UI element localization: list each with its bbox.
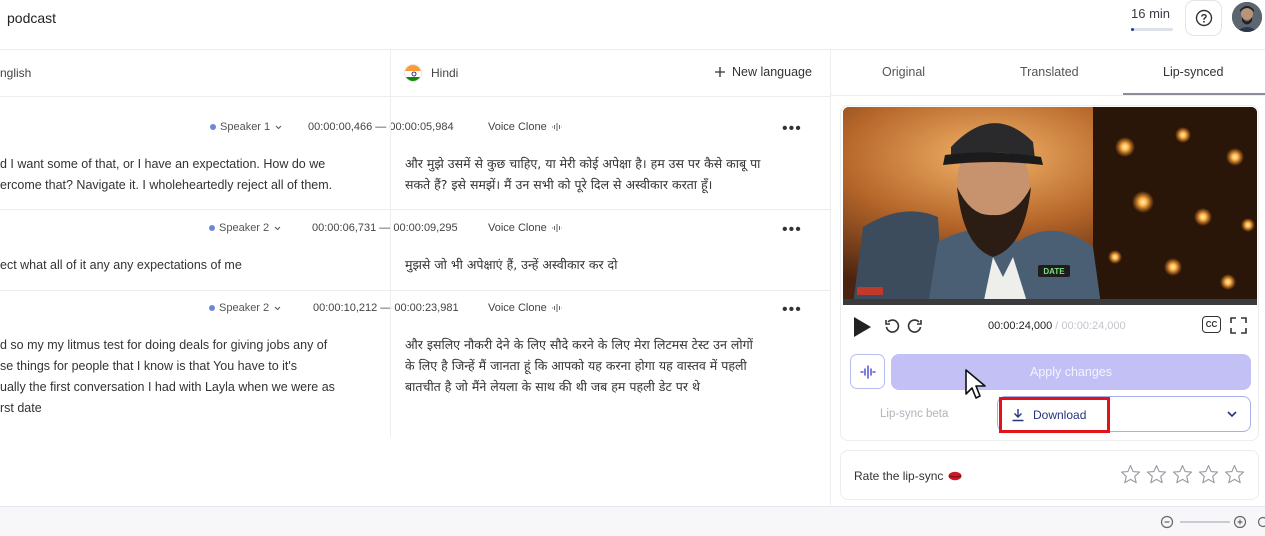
help-circle-icon (1195, 9, 1212, 27)
chevron-down-icon (275, 125, 282, 129)
rating-card: Rate the lip-sync (840, 450, 1259, 500)
forward-icon[interactable] (907, 318, 923, 334)
speaker-select[interactable]: Speaker 1 (210, 119, 283, 135)
voice-select[interactable]: Voice Clone (488, 222, 563, 234)
waveform-icon (551, 123, 562, 131)
duration-progress-fill (1131, 28, 1135, 31)
speaker-dot (210, 124, 216, 130)
player-controls: 00:00:24,000 / 00:00:24,000 CC (851, 316, 1251, 338)
star-icon[interactable] (1146, 464, 1167, 485)
fullscreen-icon[interactable] (1230, 317, 1247, 334)
segment-row[interactable]: Speaker 2 00:00:10,212 — 00:00:23,981 Vo… (0, 291, 830, 437)
language-header-row: nglish Hindi New language (0, 50, 830, 97)
transcript-editor: nglish Hindi New language Speaker 1 00:0… (0, 50, 830, 506)
video-preview[interactable]: DATE (843, 107, 1257, 305)
speaker-dot (209, 225, 215, 231)
voice-settings-button[interactable] (850, 354, 885, 389)
speaker-label: Speaker 1 (220, 121, 271, 133)
more-options-icon[interactable]: ••• (782, 302, 802, 318)
star-icon[interactable] (1120, 464, 1141, 485)
translated-text[interactable]: और मुझे उसमें से कुछ चाहिए, या मेरी कोई … (405, 153, 805, 195)
speaker-select[interactable]: Speaker 2 (209, 300, 282, 316)
segment-timecode[interactable]: 00:00:10,212 — 00:00:23,981 (313, 302, 459, 314)
help-button[interactable] (1185, 0, 1222, 36)
voice-label: Voice Clone (488, 222, 547, 234)
user-avatar[interactable] (1232, 2, 1262, 32)
download-button[interactable]: Download (999, 397, 1110, 433)
rating-label: Rate the lip-sync (854, 469, 962, 483)
top-bar: podcast 16 min (0, 0, 1265, 50)
speaker-label: Speaker 2 (219, 302, 270, 314)
voice-label: Voice Clone (488, 302, 547, 314)
voice-select[interactable]: Voice Clone (488, 121, 563, 133)
zoom-in-icon[interactable] (1233, 515, 1247, 529)
lips-icon (948, 471, 962, 481)
download-label: Download (1033, 408, 1087, 422)
star-icon[interactable] (1224, 464, 1245, 485)
chevron-down-icon (274, 306, 281, 310)
preview-panel: Original Translated Lip-synced DATE 00:0… (830, 50, 1265, 506)
star-icon[interactable] (1172, 464, 1193, 485)
star-rating (1120, 464, 1245, 485)
chevron-down-icon (274, 226, 281, 230)
star-icon[interactable] (1198, 464, 1219, 485)
segment-row[interactable]: Speaker 2 00:00:06,731 — 00:00:09,295 Vo… (0, 210, 830, 291)
source-text[interactable]: d so my my litmus test for doing deals f… (0, 335, 380, 419)
more-options-icon[interactable]: ••• (782, 222, 802, 238)
apply-changes-button[interactable]: Apply changes (891, 354, 1251, 390)
voice-select[interactable]: Voice Clone (488, 302, 563, 314)
translated-text[interactable]: और इसलिए नौकरी देने के लिए सौदे करने के … (405, 334, 805, 397)
download-icon (1012, 409, 1024, 422)
settings-icon[interactable] (1256, 515, 1265, 529)
captions-button[interactable]: CC (1202, 316, 1221, 333)
duration-progress-bar (1131, 28, 1173, 31)
duration-label: 16 min (1131, 6, 1171, 21)
project-title[interactable]: podcast (7, 10, 56, 26)
segment-timecode[interactable]: 00:00:00,466 — 00:00:05,984 (308, 121, 454, 133)
speaker-select[interactable]: Speaker 2 (209, 220, 282, 236)
video-badge: DATE (1043, 267, 1065, 276)
rewind-icon[interactable] (884, 318, 900, 334)
translated-text[interactable]: मुझसे जो भी अपेक्षाएं हैं, उन्हें अस्वीक… (405, 254, 805, 275)
source-language-label: nglish (0, 66, 32, 80)
source-text[interactable]: ect what all of it any any expectations … (0, 255, 380, 276)
timeline-bar (0, 506, 1265, 536)
more-options-icon[interactable]: ••• (782, 121, 802, 137)
tab-original[interactable]: Original (882, 65, 925, 79)
waveform-icon (551, 304, 562, 312)
tab-lip-synced[interactable]: Lip-synced (1163, 65, 1223, 79)
target-language[interactable]: Hindi (404, 64, 458, 82)
playback-time: 00:00:24,000 / 00:00:24,000 (988, 320, 1126, 332)
voice-wave-icon (859, 364, 876, 379)
target-language-label: Hindi (431, 66, 459, 80)
download-dropdown[interactable]: Download (997, 396, 1251, 433)
speaker-dot (209, 305, 215, 311)
india-flag-icon (404, 64, 422, 82)
new-language-button[interactable]: New language (714, 65, 812, 79)
segment-timecode[interactable]: 00:00:06,731 — 00:00:09,295 (312, 222, 458, 234)
new-language-label: New language (732, 65, 812, 79)
zoom-slider[interactable] (1180, 521, 1230, 523)
waveform-icon (551, 224, 562, 232)
video-timeline[interactable] (843, 299, 1257, 305)
tab-translated[interactable]: Translated (1020, 65, 1079, 79)
plus-icon (715, 67, 725, 77)
lip-sync-beta-tab[interactable]: Lip-sync beta (880, 408, 948, 420)
voice-label: Voice Clone (488, 121, 547, 133)
chevron-down-icon[interactable] (1226, 408, 1238, 420)
play-icon[interactable] (851, 316, 873, 338)
zoom-out-icon[interactable] (1160, 515, 1174, 529)
source-text[interactable]: d I want some of that, or I have an expe… (0, 154, 380, 196)
mouse-cursor-icon (965, 369, 986, 399)
speaker-label: Speaker 2 (219, 222, 270, 234)
active-tab-indicator (1123, 93, 1265, 95)
segment-row[interactable]: Speaker 1 00:00:00,466 — 00:00:05,984 Vo… (0, 97, 830, 210)
